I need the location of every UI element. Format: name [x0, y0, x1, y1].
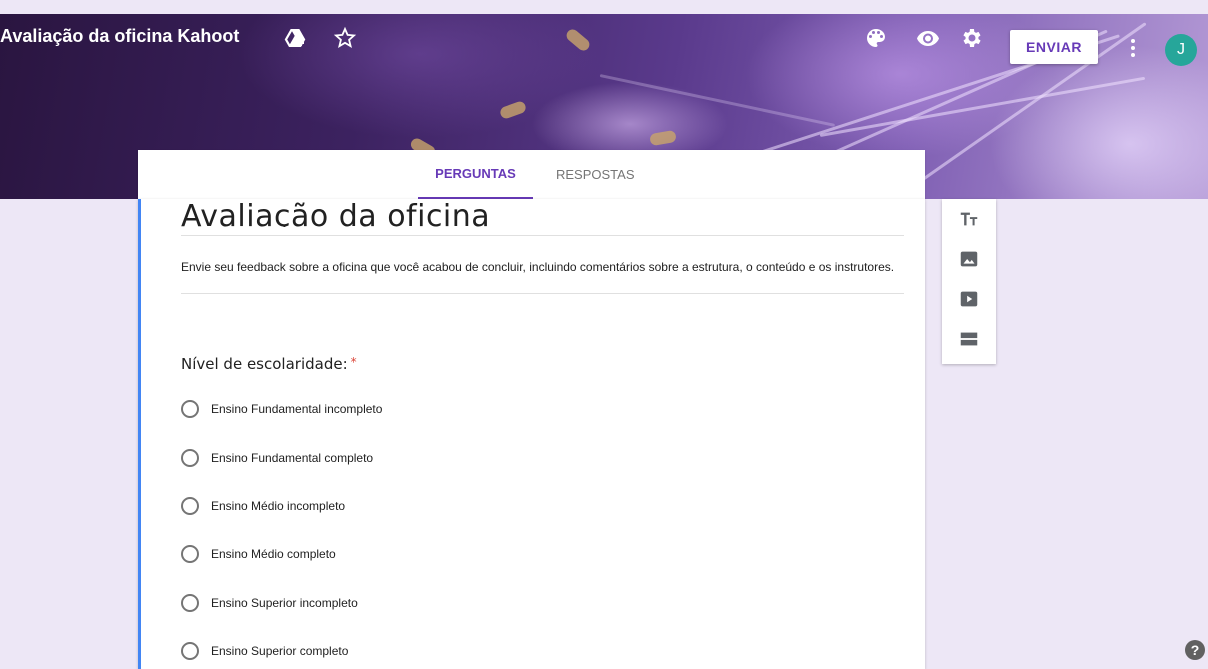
star-icon[interactable]	[333, 26, 357, 50]
add-title-icon[interactable]	[957, 207, 981, 231]
form-description[interactable]: Envie seu feedback sobre a oficina que v…	[181, 259, 904, 275]
option-label: Ensino Superior incompleto	[211, 596, 358, 610]
add-section-icon[interactable]	[957, 327, 981, 351]
title-divider	[181, 235, 904, 236]
send-button[interactable]: ENVIAR	[1010, 30, 1098, 64]
option-row[interactable]: Ensino Superior completo	[181, 639, 348, 663]
radio-button[interactable]	[181, 400, 199, 418]
tab-respostas[interactable]: RESPOSTAS	[556, 150, 635, 199]
question-title[interactable]: Nível de escolaridade: *	[181, 355, 357, 373]
radio-button[interactable]	[181, 497, 199, 515]
account-avatar[interactable]: J	[1165, 34, 1197, 66]
palette-icon[interactable]	[864, 26, 888, 50]
radio-button[interactable]	[181, 545, 199, 563]
form-name-header[interactable]: Avaliação da oficina Kahoot	[0, 26, 239, 47]
option-row[interactable]: Ensino Fundamental completo	[181, 446, 373, 470]
option-row[interactable]: Ensino Médio incompleto	[181, 494, 345, 518]
question-title-text: Nível de escolaridade:	[181, 355, 348, 373]
option-label: Ensino Superior completo	[211, 644, 349, 658]
form-title[interactable]: Avaliação da oficina	[181, 197, 490, 227]
option-row[interactable]: Ensino Fundamental incompleto	[181, 397, 382, 421]
description-divider	[181, 293, 904, 294]
preview-eye-icon[interactable]	[916, 26, 940, 50]
required-asterisk: *	[350, 355, 357, 369]
help-icon[interactable]: ?	[1185, 640, 1205, 660]
add-image-icon[interactable]	[957, 247, 981, 271]
radio-button[interactable]	[181, 642, 199, 660]
form-card: Avaliação da oficina Envie seu feedback …	[138, 199, 925, 669]
option-label: Ensino Fundamental incompleto	[211, 402, 383, 416]
drive-add-icon[interactable]	[283, 26, 307, 50]
side-toolbar	[942, 199, 996, 364]
radio-button[interactable]	[181, 449, 199, 467]
option-row[interactable]: Ensino Superior incompleto	[181, 591, 358, 615]
radio-button[interactable]	[181, 594, 199, 612]
add-video-icon[interactable]	[957, 287, 981, 311]
option-label: Ensino Médio incompleto	[211, 499, 346, 513]
tab-perguntas[interactable]: PERGUNTAS	[418, 150, 533, 199]
form-tabs: PERGUNTAS RESPOSTAS	[138, 150, 925, 199]
option-row[interactable]: Ensino Médio completo	[181, 542, 336, 566]
settings-gear-icon[interactable]	[960, 26, 984, 50]
more-vert-icon[interactable]	[1121, 36, 1145, 60]
option-label: Ensino Médio completo	[211, 547, 336, 561]
option-label: Ensino Fundamental completo	[211, 451, 374, 465]
